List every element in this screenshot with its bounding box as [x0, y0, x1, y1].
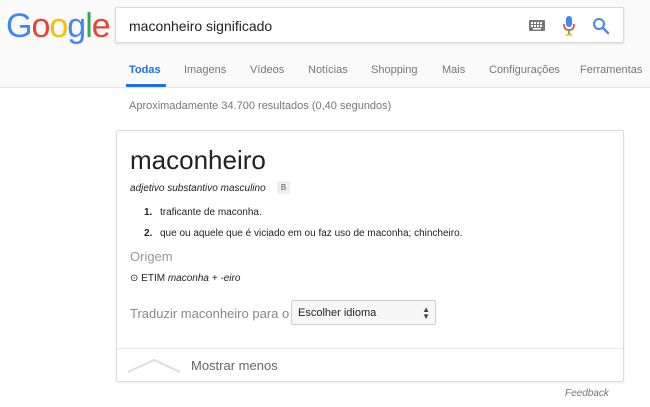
- tab-todas[interactable]: Todas: [129, 64, 161, 76]
- register-badge: B: [277, 181, 290, 194]
- definition-number: 2.: [144, 228, 153, 239]
- etymology-prefix: ETIM: [141, 273, 166, 284]
- result-stats: Aproximadamente 34.700 resultados (0,40 …: [129, 100, 392, 112]
- tab-configuracoes[interactable]: Configurações: [489, 64, 560, 76]
- definition-text: traficante de maconha.: [160, 207, 262, 218]
- dictionary-card: maconheiro adjetivo substantivo masculin…: [116, 130, 624, 382]
- logo-letter: g: [67, 7, 86, 45]
- origin-heading: Origem: [130, 249, 173, 264]
- tab-noticias[interactable]: Notícias: [308, 64, 348, 76]
- definition-text: que ou aquele que é viciado em ou faz us…: [160, 228, 463, 239]
- definition-number: 1.: [144, 207, 153, 218]
- definition-list: 1. traficante de maconha. 2. que ou aque…: [144, 204, 604, 246]
- tab-imagens[interactable]: Imagens: [184, 64, 226, 76]
- search-tabs: Todas Imagens Vídeos Notícias Shopping M…: [0, 58, 650, 88]
- part-of-speech: adjetivo substantivo masculino: [130, 183, 266, 194]
- etymology-source: maconha + -eiro: [167, 273, 241, 284]
- google-logo[interactable]: Google: [6, 6, 111, 46]
- logo-letter: G: [6, 7, 32, 45]
- header: Google Todas Imagens Vídeos Notícias Sho…: [0, 0, 650, 88]
- search-icon[interactable]: [592, 17, 610, 35]
- tab-shopping[interactable]: Shopping: [371, 64, 418, 76]
- keyboard-icon[interactable]: [529, 20, 545, 31]
- etymology-symbol-icon: ⊙: [130, 273, 139, 284]
- language-select-value: Escolher idioma: [298, 307, 377, 319]
- tab-mais[interactable]: Mais: [442, 64, 465, 76]
- translate-label: Traduzir maconheiro para o: [130, 306, 290, 321]
- active-tab-indicator: [126, 84, 166, 87]
- divider: [117, 348, 623, 349]
- search-box[interactable]: [115, 7, 624, 43]
- search-input[interactable]: [129, 17, 509, 35]
- tab-videos[interactable]: Vídeos: [250, 64, 284, 76]
- show-less-button[interactable]: Mostrar menos: [191, 358, 278, 373]
- select-arrows-icon: ▲ ▼: [422, 305, 430, 321]
- definition-item: 1. traficante de maconha.: [144, 204, 604, 225]
- chevron-up-icon[interactable]: [127, 357, 181, 373]
- mic-icon[interactable]: [562, 16, 576, 36]
- tab-ferramentas[interactable]: Ferramentas: [580, 64, 642, 76]
- logo-letter: o: [31, 7, 50, 45]
- etymology: ⊙ ETIM maconha + -eiro: [130, 273, 240, 284]
- definition-item: 2. que ou aquele que é viciado em ou faz…: [144, 225, 604, 246]
- headword: maconheiro: [130, 145, 266, 175]
- logo-letter: o: [49, 7, 68, 45]
- logo-letter: e: [91, 7, 111, 45]
- language-select[interactable]: Escolher idioma ▲ ▼: [291, 300, 436, 325]
- feedback-link[interactable]: Feedback: [565, 388, 609, 399]
